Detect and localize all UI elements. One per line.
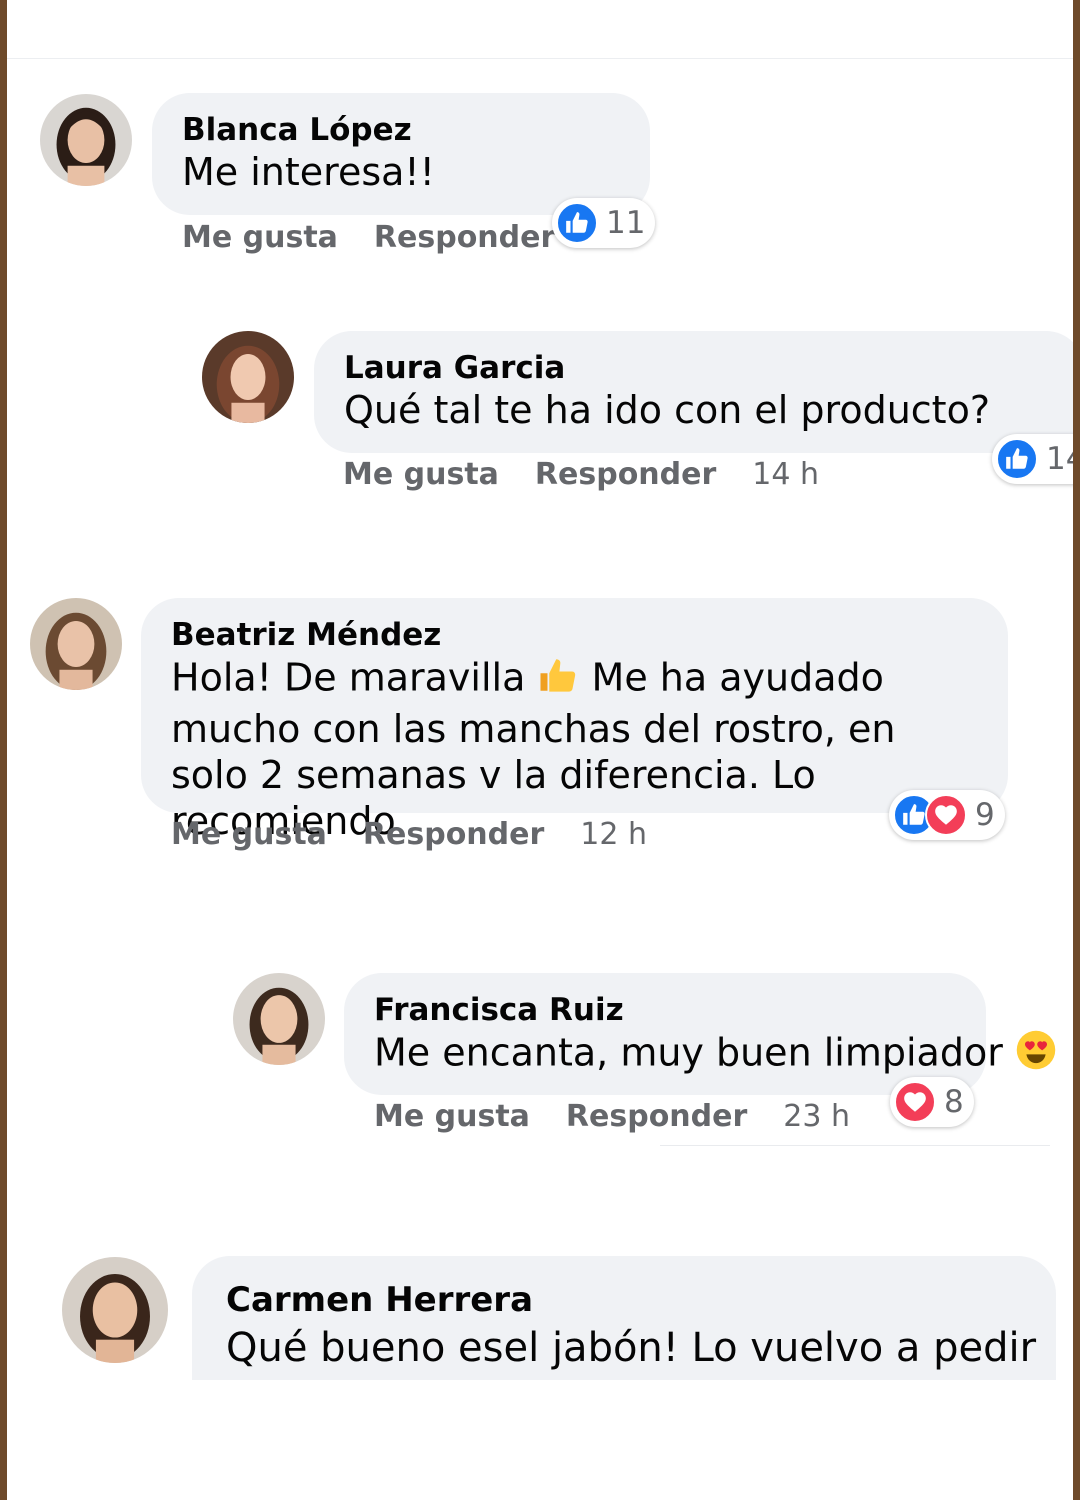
comment-text-part: Me encanta, muy buen limpiador [374,1030,1003,1075]
comment-text: Qué bueno esel jabón! Lo vuelvo a pedir [226,1325,1037,1371]
comment-actions: Me gusta Responder 12 h [171,817,647,852]
avatar[interactable] [233,973,325,1065]
comment-bubble: Beatriz Méndez Hola! De maravilla Me ha … [141,598,1008,843]
comment-bubble: Blanca López Me interesa!! [152,93,650,215]
reaction-summary[interactable]: 14 [992,434,1080,484]
like-button[interactable]: Me gusta [374,1099,530,1134]
photo-frame-right-overlay [1073,0,1080,1500]
like-icon [996,438,1038,480]
comment-bubble: Francisca Ruiz Me encanta, muy buen limp… [344,973,1056,1095]
reaction-count: 8 [944,1084,964,1120]
avatar[interactable] [62,1257,168,1363]
reaction-summary[interactable]: 9 [889,790,1005,840]
avatar[interactable] [40,94,132,186]
timestamp[interactable]: 14 h [752,457,819,492]
commenter-name[interactable]: Laura Garcia [344,349,1054,387]
comment-bubble: Carmen Herrera Qué bueno esel jabón! Lo … [192,1256,1056,1380]
comment-text: Qué tal te ha ido con el producto? [344,388,990,432]
comment-bubble: Laura Garcia Qué tal te ha ido con el pr… [314,331,1080,453]
heart-eyes-emoji [1015,1029,1057,1081]
comment-actions: Me gusta Responder 14 h [343,457,819,492]
commenter-name[interactable]: Carmen Herrera [226,1278,1026,1322]
reply-button[interactable]: Responder [535,457,716,492]
like-button[interactable]: Me gusta [171,817,327,852]
like-button[interactable]: Me gusta [182,220,338,255]
reaction-summary[interactable]: 11 [552,198,656,248]
avatar[interactable] [30,598,122,690]
comment-actions: Me gusta Responder [182,220,591,255]
divider [7,58,1073,59]
commenter-name[interactable]: Francisca Ruiz [374,991,956,1029]
avatar[interactable] [202,331,294,423]
comment-text: Me encanta, muy buen limpiador [374,1029,1056,1081]
reaction-count: 11 [606,205,646,241]
reaction-summary[interactable]: 8 [890,1077,974,1127]
reaction-count: 9 [975,797,995,833]
reply-button[interactable]: Responder [374,220,555,255]
commenter-name[interactable]: Beatriz Méndez [171,616,978,654]
reply-button[interactable]: Responder [566,1099,747,1134]
comment-text: Hola! De maravilla Me ha ayudado mucho c… [171,654,978,844]
comment-text-part: Hola! De maravilla [171,655,526,700]
timestamp[interactable]: 23 h [783,1099,850,1134]
like-icon [556,202,598,244]
like-button[interactable]: Me gusta [343,457,499,492]
comment-actions: Me gusta Responder 23 h [374,1099,850,1134]
timestamp[interactable]: 12 h [580,817,647,852]
divider [660,1145,1050,1146]
love-icon [925,794,967,836]
reply-button[interactable]: Responder [363,817,544,852]
thumbs-up-emoji [537,654,579,706]
comment-text: Me interesa!! [182,150,435,194]
love-icon [894,1081,936,1123]
commenter-name[interactable]: Blanca López [182,111,620,149]
photo-frame-left [0,0,7,1500]
